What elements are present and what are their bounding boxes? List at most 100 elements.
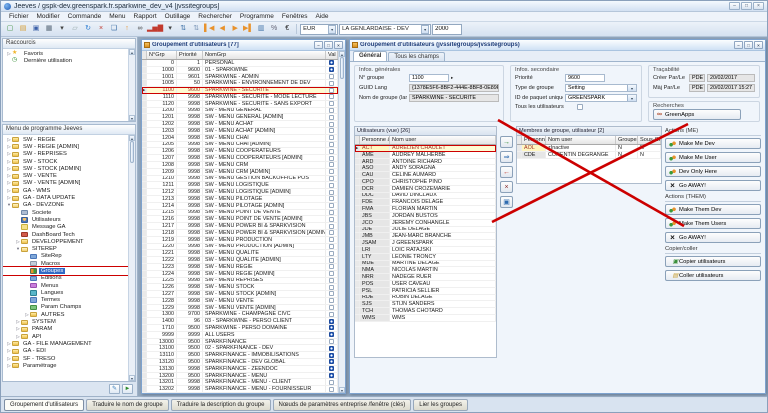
valid-checkbox[interactable] (329, 196, 334, 201)
shortcut-item[interactable]: Dernière utilisation (3, 57, 128, 64)
group-row[interactable]: 1120 9998 SPARKWINE - SECURITE - SANS EX… (142, 101, 338, 108)
user-row[interactable]: TCH THOMAS CHOTARD (355, 308, 496, 315)
eraser-icon[interactable]: ▱ (69, 23, 81, 35)
user-row[interactable]: WMS WMS (355, 315, 496, 322)
menu-item[interactable]: Menu (105, 13, 129, 20)
group-row[interactable]: 1217 9998 SW - MENU POWER BI & SPARKVISI… (142, 223, 338, 230)
tree-item[interactable]: Societe (3, 209, 128, 216)
detail-tab[interactable]: Général (353, 51, 387, 61)
new-document-icon[interactable]: ▢ (4, 23, 16, 35)
valid-cell[interactable] (326, 182, 338, 188)
valid-checkbox[interactable] (329, 108, 334, 113)
action-them-button[interactable]: Make Them Dev (665, 204, 761, 215)
bottom-tab[interactable]: Traduire la description du groupe (171, 399, 271, 411)
group-row[interactable]: 1207 9998 SW - MENU COOPERATEURS [ADMIN] (142, 155, 338, 162)
valid-cell[interactable] (326, 128, 338, 134)
nav-next-icon[interactable]: ▶ (229, 23, 241, 35)
group-row[interactable]: 1400 96 03 - SPARKWINE - PERSO CLIENT (142, 318, 338, 325)
add-member-button[interactable]: → (500, 136, 513, 148)
group-row[interactable]: 13000 9500 SPARKFINANCE (142, 339, 338, 346)
group-row[interactable]: 1209 9998 SW - MENU CRM [ADMIN] (142, 169, 338, 176)
menu-item[interactable]: Fichier (5, 13, 33, 20)
year-input[interactable] (432, 24, 462, 35)
group-row[interactable]: 1110 9998 SPARKWINE - SECURITE - MODE LE… (142, 94, 338, 101)
action-me-button[interactable]: Make Me Dev (665, 138, 761, 149)
scrollbar-thumb[interactable] (130, 141, 134, 163)
group-number-field[interactable]: 1100 (409, 74, 449, 82)
valid-checkbox[interactable] (329, 60, 334, 65)
valid-cell[interactable] (326, 298, 338, 304)
valid-cell[interactable] (326, 135, 338, 141)
valid-checkbox[interactable] (329, 210, 334, 215)
valid-checkbox[interactable] (329, 291, 334, 296)
group-row[interactable]: 1220 9998 SW - MENU PRODUCTION [ADMIN] (142, 244, 338, 251)
minimize-button[interactable]: – (729, 2, 740, 10)
scroll-down-icon[interactable]: ▼ (129, 115, 135, 121)
valid-cell[interactable] (326, 386, 338, 392)
user-row[interactable]: LRI LOIC RATAJSKI (355, 247, 496, 254)
nav-first-icon[interactable]: ▌◀ (203, 23, 215, 35)
tree-item[interactable]: ▷ PARAM (3, 326, 128, 333)
valid-checkbox[interactable] (329, 88, 334, 93)
group-row[interactable]: 1206 9998 SW - MENU COOPERATEURS (142, 148, 338, 155)
valid-checkbox[interactable] (329, 244, 334, 249)
group-row[interactable]: 1211 9998 SW - MENU LOGISTIQUE (142, 182, 338, 189)
group-row[interactable]: 1224 9998 SW - MENU REGIE [ADMIN] (142, 271, 338, 278)
member-row[interactable]: CDE CORENTIN DEGRANGE N N (517, 152, 661, 159)
user-row[interactable]: RDE ROBIN DELAGE (355, 295, 496, 302)
valid-checkbox[interactable] (329, 380, 334, 385)
minimize-button[interactable]: – (734, 41, 743, 49)
shortcuts-scrollbar[interactable]: ▲ ▼ (128, 49, 135, 121)
valid-cell[interactable] (326, 359, 338, 365)
tree-item[interactable]: ▷ GA - WMS (3, 187, 128, 194)
maximize-button[interactable]: □ (324, 41, 333, 49)
save-icon[interactable]: ▣ (30, 23, 42, 35)
bottom-tab[interactable]: Groupement d'utilisateurs (4, 399, 84, 411)
valid-cell[interactable] (326, 352, 338, 358)
tree-item[interactable]: Message GA (3, 224, 128, 231)
valid-checkbox[interactable] (329, 183, 334, 188)
tree-item[interactable]: ▷ AUTRES (3, 311, 128, 318)
valid-checkbox[interactable] (329, 203, 334, 208)
valid-cell[interactable] (326, 216, 338, 222)
menu-item[interactable]: Fenêtres (278, 13, 312, 20)
add-all-members-button[interactable]: ⇒ (500, 151, 513, 163)
valid-checkbox[interactable] (329, 278, 334, 283)
tree-item[interactable]: ▷ API (3, 333, 128, 340)
valid-checkbox[interactable] (329, 353, 334, 358)
user-row[interactable]: JSAM J GREENSPARK (355, 240, 496, 247)
bottom-tab[interactable]: Traduire le nom de groupe (86, 399, 169, 411)
valid-checkbox[interactable] (329, 237, 334, 242)
group-type-select[interactable]: Setting (565, 84, 637, 92)
tree-item[interactable]: Termes (3, 297, 128, 304)
print-dropdown-icon[interactable]: ▾ (56, 23, 68, 35)
valid-checkbox[interactable] (329, 346, 334, 351)
valid-cell[interactable] (326, 114, 338, 120)
tree-item[interactable]: ▷ GA - DATA UPDATE (3, 194, 128, 201)
tree-item[interactable]: SiteRep (3, 253, 128, 260)
valid-checkbox[interactable] (329, 258, 334, 263)
menu-item[interactable]: Programme (236, 13, 278, 20)
valid-checkbox[interactable] (329, 122, 334, 127)
sort-ascending-icon[interactable]: ⇅ (177, 23, 189, 35)
valid-cell[interactable] (326, 379, 338, 385)
group-row[interactable]: 1227 9998 SW - MENU STOCK [ADMIN] (142, 291, 338, 298)
close-button[interactable]: × (754, 41, 763, 49)
group-row[interactable]: 1204 9998 SW - MENU CHAI (142, 135, 338, 142)
scrollbar-thumb[interactable] (340, 57, 344, 79)
scroll-down-icon[interactable]: ▼ (129, 375, 135, 381)
valid-cell[interactable] (326, 305, 338, 311)
nav-last-icon[interactable]: ▶▌ (242, 23, 254, 35)
member-row[interactable]: AOL zInactive N N (517, 145, 661, 152)
close-button[interactable]: × (753, 2, 764, 10)
refresh-icon[interactable]: ↻ (82, 23, 94, 35)
valid-checkbox[interactable] (329, 135, 334, 140)
tree-item[interactable]: Param Champs (3, 304, 128, 311)
column-header-priority[interactable]: Priorité (177, 51, 203, 59)
valid-cell[interactable] (326, 203, 338, 209)
link-icon[interactable]: % (268, 23, 280, 35)
valid-checkbox[interactable] (329, 101, 334, 106)
menu-item[interactable]: Modifier (33, 13, 64, 20)
user-row[interactable]: JMB JEAN-MARC BRANCHE (355, 233, 496, 240)
valid-cell[interactable] (326, 373, 338, 379)
